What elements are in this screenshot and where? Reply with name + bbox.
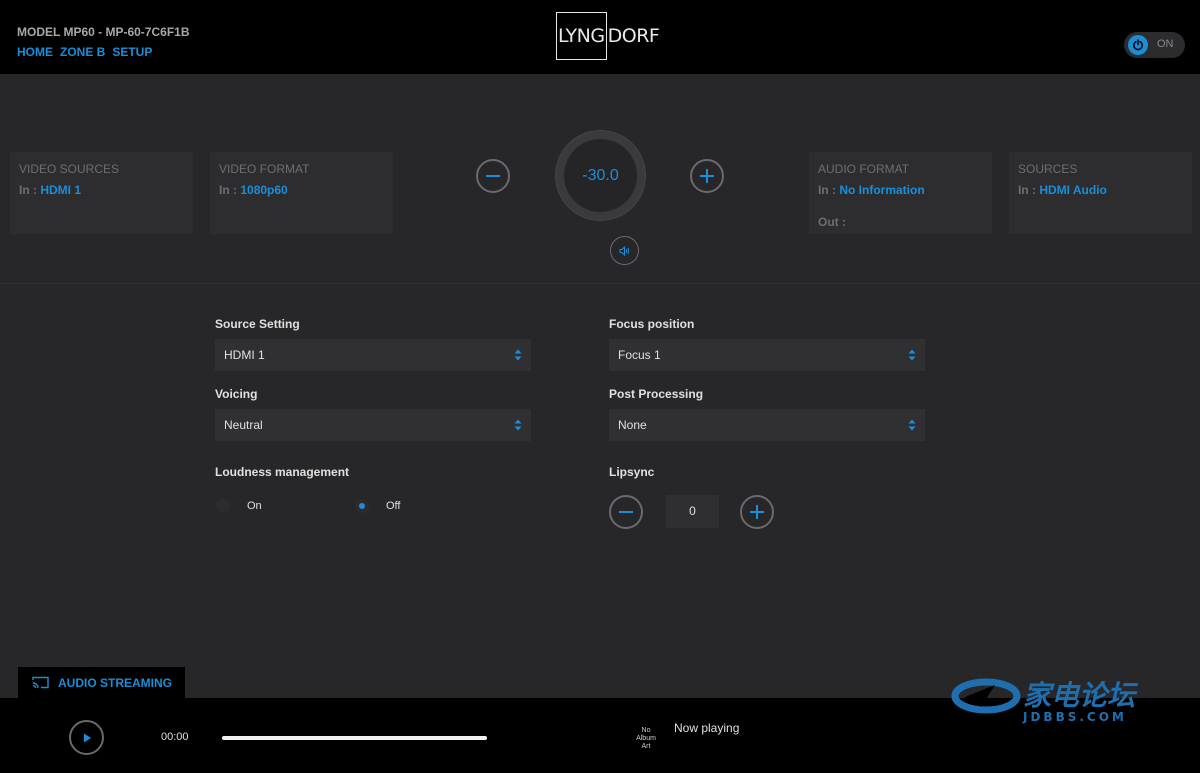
select-arrows-icon <box>908 419 916 431</box>
loudness-off-radio[interactable] <box>355 499 369 513</box>
lipsync-label: Lipsync <box>609 465 655 479</box>
sources-title: SOURCES <box>1018 162 1078 176</box>
video-format-in-label: In : <box>219 183 237 197</box>
cast-icon <box>32 676 49 689</box>
audio-format-in: In : No Information <box>818 183 925 197</box>
main-nav: HOME ZONE B SETUP <box>17 45 152 59</box>
audio-streaming-label: AUDIO STREAMING <box>58 676 172 690</box>
minus-icon <box>619 511 633 513</box>
nav-zone-b[interactable]: ZONE B <box>60 45 105 59</box>
select-arrows-icon <box>514 419 522 431</box>
sources-in-label: In : <box>1018 183 1036 197</box>
lipsync-down-button[interactable] <box>609 495 643 529</box>
source-setting-select[interactable]: HDMI 1 <box>215 339 531 371</box>
minus-icon <box>486 175 500 177</box>
logo-text-right: DORF <box>607 25 660 47</box>
volume-value: -30.0 <box>564 139 637 212</box>
nav-setup[interactable]: SETUP <box>112 45 152 59</box>
watermark-text: 家电论坛 <box>1023 679 1139 712</box>
watermark-logo-icon: 家电论坛 JDBBS.COM <box>951 678 1139 724</box>
sources-in: In : HDMI Audio <box>1018 183 1107 197</box>
select-arrows-icon <box>908 349 916 361</box>
plus-icon <box>750 505 764 519</box>
audio-format-title: AUDIO FORMAT <box>818 162 910 176</box>
focus-position-label: Focus position <box>609 317 695 331</box>
video-sources-in-label: In : <box>19 183 37 197</box>
focus-position-select[interactable]: Focus 1 <box>609 339 925 371</box>
voicing-value: Neutral <box>224 418 263 432</box>
select-arrows-icon <box>514 349 522 361</box>
voicing-select[interactable]: Neutral <box>215 409 531 441</box>
now-playing-label: Now playing <box>674 721 740 735</box>
album-art-placeholder: No Album Art <box>636 727 656 750</box>
audio-format-card: AUDIO FORMAT In : No Information Out : <box>809 152 992 234</box>
lipsync-value[interactable]: 0 <box>666 495 719 528</box>
video-format-in: In : 1080p60 <box>219 183 288 197</box>
section-divider <box>0 283 1200 284</box>
loudness-on-label: On <box>247 500 262 512</box>
sources-card: SOURCES In : HDMI Audio <box>1009 152 1192 234</box>
power-toggle[interactable]: ON <box>1124 32 1185 58</box>
volume-down-button[interactable] <box>476 159 510 193</box>
sources-in-value: HDMI Audio <box>1039 183 1107 197</box>
play-icon <box>83 733 91 742</box>
power-label: ON <box>1157 38 1174 50</box>
video-sources-title: VIDEO SOURCES <box>19 162 120 176</box>
play-button[interactable] <box>69 720 104 755</box>
forum-watermark: 家电论坛 JDBBS.COM <box>951 675 1151 725</box>
audio-format-out-label: Out : <box>818 215 846 229</box>
speaker-icon <box>619 245 629 256</box>
audio-format-out: Out : <box>818 215 846 229</box>
post-processing-value: None <box>618 418 647 432</box>
video-format-title: VIDEO FORMAT <box>219 162 310 176</box>
volume-knob[interactable]: -30.0 <box>556 131 645 220</box>
loudness-label: Loudness management <box>215 465 350 479</box>
radio-selected-dot <box>359 503 365 509</box>
video-sources-in-value: HDMI 1 <box>40 183 82 197</box>
lyngdorf-logo: LYNG DORF <box>556 12 660 60</box>
device-model: MODEL MP60 - MP-60-7C6F1B <box>17 25 190 39</box>
audio-format-in-label: In : <box>818 183 836 197</box>
focus-position-value: Focus 1 <box>618 348 661 362</box>
audio-format-in-value: No Information <box>839 183 925 197</box>
source-setting-value: HDMI 1 <box>224 348 265 362</box>
power-icon <box>1128 35 1148 55</box>
progress-track[interactable] <box>222 736 487 740</box>
logo-text-left: LYNG <box>558 25 605 47</box>
video-format-in-value: 1080p60 <box>240 183 288 197</box>
loudness-off-label: Off <box>386 500 401 512</box>
video-sources-in: In : HDMI 1 <box>19 183 81 197</box>
plus-icon <box>700 169 714 183</box>
voicing-label: Voicing <box>215 387 258 401</box>
volume-up-button[interactable] <box>690 159 724 193</box>
top-header: MODEL MP60 - MP-60-7C6F1B HOME ZONE B SE… <box>0 0 1200 74</box>
lipsync-up-button[interactable] <box>740 495 774 529</box>
nav-home[interactable]: HOME <box>17 45 53 59</box>
post-processing-label: Post Processing <box>609 387 704 401</box>
audio-streaming-tab[interactable]: AUDIO STREAMING <box>18 667 185 698</box>
watermark-domain: JDBBS.COM <box>1022 710 1127 724</box>
video-format-card: VIDEO FORMAT In : 1080p60 <box>210 152 393 234</box>
source-setting-label: Source Setting <box>215 317 300 331</box>
loudness-on-radio[interactable] <box>216 499 230 513</box>
logo-box: LYNG <box>556 12 607 60</box>
main-panel: VIDEO SOURCES In : HDMI 1 VIDEO FORMAT I… <box>0 74 1200 698</box>
post-processing-select[interactable]: None <box>609 409 925 441</box>
video-sources-card: VIDEO SOURCES In : HDMI 1 <box>10 152 193 234</box>
mute-button[interactable] <box>610 236 639 265</box>
playback-time: 00:00 <box>161 731 189 743</box>
